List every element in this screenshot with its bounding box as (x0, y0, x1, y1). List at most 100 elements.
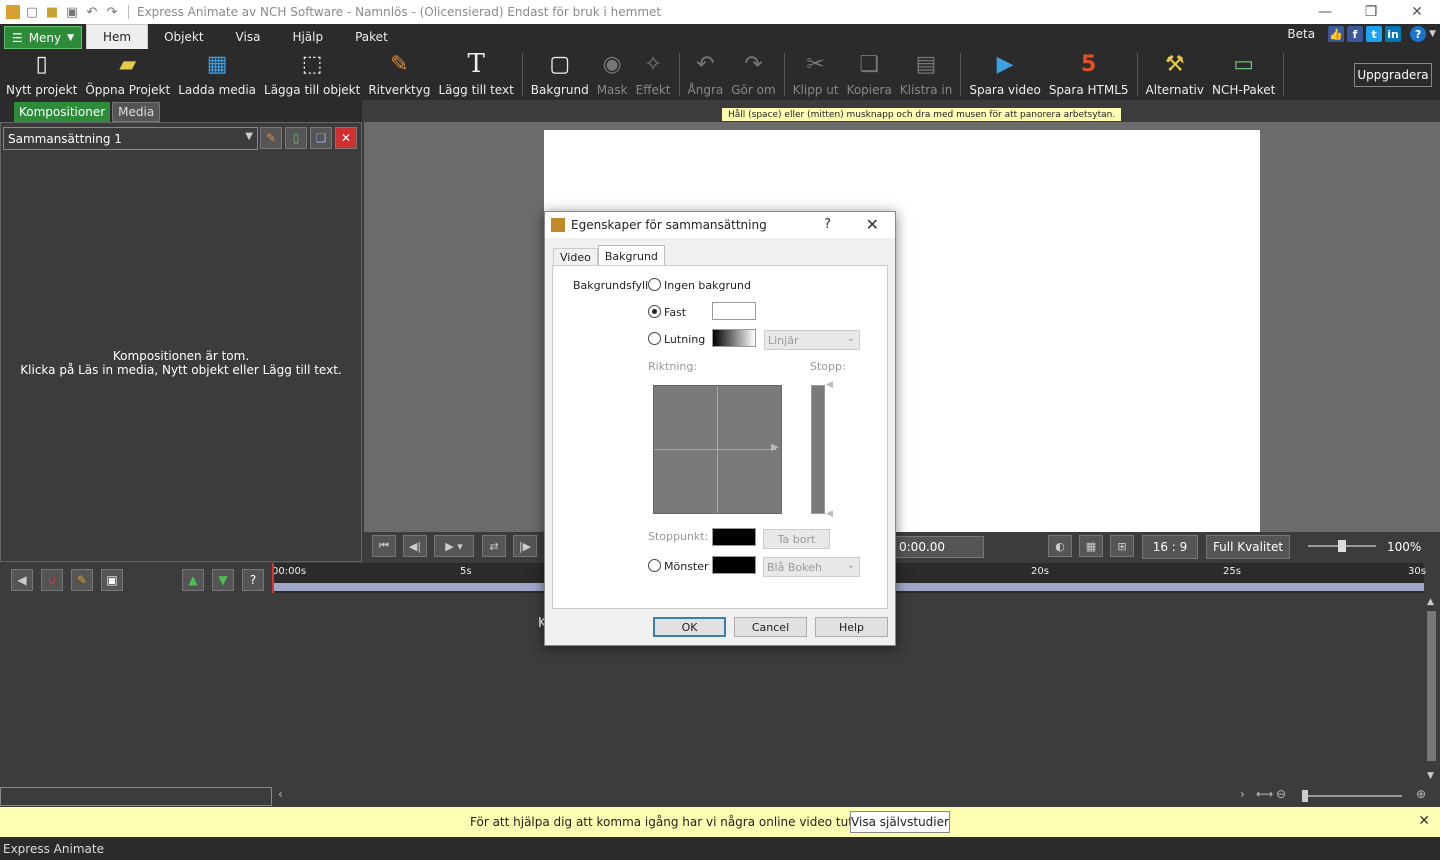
grid-icon[interactable]: ▦ (1079, 535, 1103, 557)
timeline-zoom-slider[interactable] (1302, 790, 1308, 802)
upgrade-button[interactable]: Uppgradera (1354, 63, 1432, 87)
drawing-tools-button[interactable]: ✎ Ritverktyg (364, 49, 434, 100)
nch-suite-button[interactable]: ▭ NCH-Paket (1208, 49, 1279, 100)
snap-grid-icon[interactable]: ⊞ (1110, 535, 1134, 557)
tab-visa[interactable]: Visa (220, 24, 277, 49)
zoom-in-icon[interactable]: ⊕ (1416, 787, 1426, 801)
track-name-scrollbar[interactable] (0, 787, 272, 806)
gradient-radio[interactable] (648, 332, 661, 345)
help-circle-icon[interactable]: ? (1410, 26, 1427, 42)
twitter-icon[interactable]: t (1366, 26, 1383, 42)
save-keyframes-icon[interactable]: ▣ (101, 569, 123, 591)
direction-box[interactable]: ▶ (653, 385, 782, 514)
quality-button[interactable]: Full Kvalitet (1206, 535, 1290, 559)
keyframe-edit-icon[interactable]: ✎ (71, 569, 93, 591)
tab-media[interactable]: Media (112, 102, 161, 122)
save-html5-button[interactable]: 5 Spara HTML5 (1045, 49, 1133, 100)
move-down-icon[interactable]: ▼ (212, 569, 234, 591)
help-button[interactable]: Help (815, 617, 888, 637)
facebook-icon[interactable]: f (1347, 26, 1364, 42)
duplicate-composition-button[interactable]: ❏ (310, 127, 332, 149)
options-button[interactable]: ⚒ Alternativ (1142, 49, 1208, 100)
tab-paket[interactable]: Paket (339, 24, 404, 49)
stop-point-swatch[interactable] (712, 528, 756, 546)
composition-settings-button[interactable]: ✎ (260, 127, 282, 149)
save-quick-icon[interactable]: ▣ (64, 4, 80, 20)
canvas-zoom-slider[interactable] (1338, 540, 1346, 552)
new-composition-button[interactable]: ▯ (285, 127, 307, 149)
gradient-swatch[interactable] (712, 329, 756, 347)
remove-stop-button[interactable]: Ta bort (763, 529, 830, 549)
scroll-thumb[interactable] (1427, 611, 1436, 761)
safe-area-icon[interactable]: ◐ (1048, 535, 1072, 557)
mask-button[interactable]: ◉ Mask (593, 49, 632, 100)
redo-quick-icon[interactable]: ↷ (104, 4, 120, 20)
step-forward-button[interactable]: |▶ (513, 535, 537, 557)
help-dropdown-icon[interactable]: ▼ (1429, 29, 1436, 39)
stops-bar[interactable] (811, 385, 825, 514)
tab-background[interactable]: Bakgrund (597, 245, 665, 266)
direction-arrow-icon[interactable]: ▶ (771, 442, 779, 453)
solid-color-swatch[interactable] (712, 302, 756, 320)
go-to-start-button[interactable]: ⏮ (372, 535, 396, 557)
open-folder-quick-icon[interactable]: ■ (44, 4, 60, 20)
delete-composition-button[interactable]: ✕ (335, 127, 357, 149)
add-object-button[interactable]: ⬚ Lägga till objekt (260, 49, 364, 100)
tab-compositions[interactable]: Kompositioner (14, 102, 111, 122)
pattern-select[interactable]: Blå Bokeh ⌄ (763, 557, 860, 577)
show-tutorials-button[interactable]: Visa självstudier (850, 811, 950, 833)
linkedin-icon[interactable]: in (1385, 26, 1402, 42)
load-media-button[interactable]: ▦ Ladda media (174, 49, 260, 100)
play-button[interactable]: ▶ ▾ (434, 535, 474, 557)
close-window-button[interactable]: ✕ (1394, 0, 1440, 24)
undo-quick-icon[interactable]: ↶ (84, 4, 100, 20)
move-up-icon[interactable]: ▲ (182, 569, 204, 591)
add-text-button[interactable]: T Lägg till text (434, 49, 517, 100)
undo-button[interactable]: ↶ Ångra (684, 49, 728, 100)
stop-marker-top[interactable]: ◀ (826, 380, 833, 390)
copy-button[interactable]: ❏ Kopiera (843, 49, 896, 100)
like-icon[interactable]: 👍 (1328, 26, 1345, 42)
dialog-help-icon[interactable]: ? (824, 217, 831, 232)
timeline-zoom-track[interactable] (1304, 795, 1402, 797)
new-file-quick-icon[interactable]: ▢ (24, 4, 40, 20)
cancel-button[interactable]: Cancel (734, 617, 807, 637)
playhead[interactable] (272, 563, 274, 593)
scroll-up-icon[interactable]: ▲ (1427, 597, 1434, 607)
paste-button[interactable]: ▤ Klistra in (896, 49, 957, 100)
solid-radio[interactable] (648, 305, 661, 318)
audio-icon[interactable]: ◀ (11, 569, 33, 591)
scroll-right-icon[interactable]: › (1240, 787, 1245, 801)
step-back-button[interactable]: ◀| (403, 535, 427, 557)
save-video-button[interactable]: ▶ Spara video (965, 49, 1044, 100)
effect-button[interactable]: ✧ Effekt (632, 49, 675, 100)
magnet-icon[interactable]: ∪ (41, 569, 63, 591)
timeline-help-icon[interactable]: ? (242, 569, 264, 591)
no-background-radio[interactable] (648, 278, 661, 291)
gradient-type-select[interactable]: Linjär ⌄ (764, 330, 860, 350)
redo-button[interactable]: ↷ Gör om (727, 49, 779, 100)
stop-marker-bottom[interactable]: ◀ (826, 509, 833, 519)
ok-button[interactable]: OK (653, 617, 726, 637)
loop-button[interactable]: ⇄ (482, 535, 506, 557)
background-button[interactable]: ▢ Bakgrund (527, 49, 593, 100)
fit-timeline-icon[interactable]: ⟷ (1256, 787, 1273, 801)
restore-button[interactable]: ❐ (1348, 0, 1394, 24)
timeline-vertical-scrollbar[interactable]: ▲ ▼ (1424, 595, 1440, 785)
cut-button[interactable]: ✂ Klipp ut (789, 49, 843, 100)
new-project-button[interactable]: ▯ Nytt projekt (2, 49, 81, 100)
meny-button[interactable]: ☰ Meny ▼ (4, 26, 82, 49)
pattern-swatch[interactable] (712, 556, 756, 574)
open-project-button[interactable]: ▰ Öppna Projekt (81, 49, 174, 100)
pattern-radio[interactable] (648, 559, 661, 572)
close-notification-icon[interactable]: ✕ (1418, 813, 1430, 829)
zoom-out-icon[interactable]: ⊖ (1276, 787, 1286, 801)
scroll-left-icon[interactable]: ‹ (278, 787, 283, 801)
scroll-down-icon[interactable]: ▼ (1427, 771, 1434, 781)
tab-video[interactable]: Video (553, 248, 598, 266)
canvas-area[interactable] (364, 122, 1440, 532)
composition-select[interactable]: Sammansättning 1 ▼ (3, 127, 258, 150)
dialog-close-icon[interactable]: ✕ (866, 215, 879, 234)
aspect-ratio-button[interactable]: 16 : 9 (1142, 535, 1198, 559)
tab-objekt[interactable]: Objekt (148, 24, 219, 49)
